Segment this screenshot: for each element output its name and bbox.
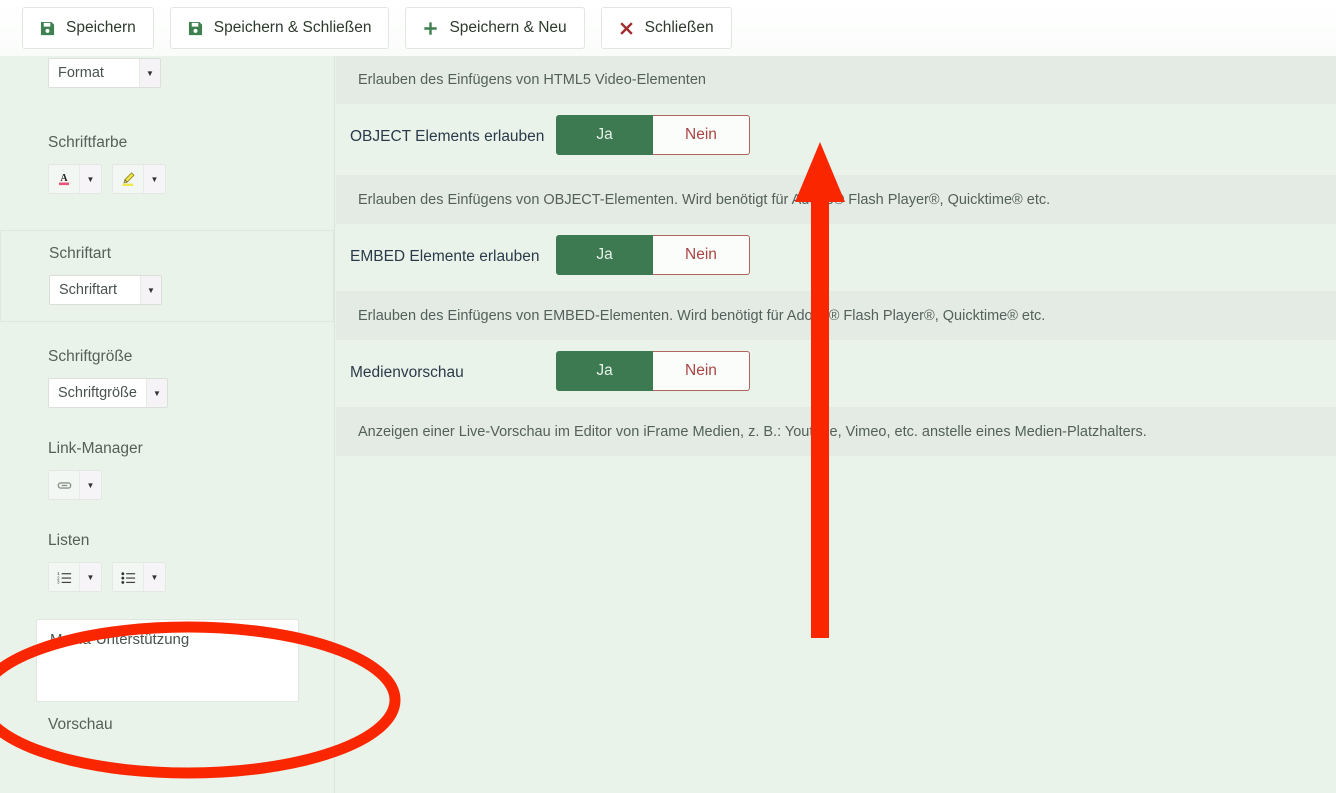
sidebar-group-link-manager: Link-Manager ▼	[0, 408, 334, 500]
link-chain-icon	[49, 471, 79, 499]
setting-row-embed-elements: EMBED Elemente erlauben Ja Nein	[336, 224, 1336, 291]
close-x-icon	[619, 21, 634, 36]
action-toolbar: Speichern Speichern & Schließen Speicher…	[0, 0, 1336, 56]
toggle-yes-button[interactable]: Ja	[556, 235, 653, 275]
toggle-no-button[interactable]: Nein	[653, 115, 750, 155]
toggle-yes-button[interactable]: Ja	[556, 351, 653, 391]
toggle-no-button[interactable]: Nein	[653, 235, 750, 275]
save-and-close-button[interactable]: Speichern & Schließen	[169, 7, 390, 49]
setting-row-medienvorschau: Medienvorschau Ja Nein	[336, 340, 1336, 407]
highlight-color-button[interactable]: ▼	[112, 164, 166, 194]
save-button[interactable]: Speichern	[22, 7, 154, 49]
panel-bottom-spacer	[336, 456, 1336, 478]
setting-row-object-elements: OBJECT Elements erlauben Ja Nein	[336, 104, 1336, 175]
chevron-down-icon: ▼	[140, 276, 161, 304]
svg-text:A: A	[60, 173, 68, 184]
embed-elements-description: Erlauben des Einfügens von EMBED-Element…	[336, 291, 1336, 340]
object-elements-description: Erlauben des Einfügens von OBJECT-Elemen…	[336, 175, 1336, 224]
sidebar-group-format: Format ▼	[0, 56, 334, 88]
screenshot-root: Speichern Speichern & Schließen Speicher…	[0, 0, 1336, 793]
link-manager-button[interactable]: ▼	[48, 470, 102, 500]
listen-label: Listen	[48, 532, 90, 549]
toggle-yes-button[interactable]: Ja	[556, 115, 653, 155]
chevron-down-icon[interactable]: ▼	[79, 563, 101, 591]
save-icon	[188, 21, 203, 36]
sidebar-group-schriftgroesse: Schriftgröße Schriftgröße ▼	[0, 322, 334, 408]
setting-label: Medienvorschau	[350, 364, 464, 381]
save-icon	[40, 21, 55, 36]
editor-settings-sidebar[interactable]: Format ▼ Schriftfarbe A ▼ ▼ Schriftart S…	[0, 56, 335, 793]
chevron-down-icon[interactable]: ▼	[143, 563, 165, 591]
chevron-down-icon: ▼	[145, 379, 167, 407]
schriftart-select[interactable]: Schriftart ▼	[49, 275, 162, 305]
toggle-no-button[interactable]: Nein	[653, 351, 750, 391]
chevron-down-icon[interactable]: ▼	[79, 471, 101, 499]
format-select[interactable]: Format ▼	[48, 58, 161, 88]
close-button-label: Schließen	[644, 19, 714, 36]
save-and-new-button-label: Speichern & Neu	[449, 19, 567, 36]
save-and-close-button-label: Speichern & Schließen	[213, 19, 372, 36]
unordered-list-icon	[113, 563, 143, 591]
settings-main-panel: Erlauben des Einfügens von HTML5 Video-E…	[336, 56, 1336, 793]
sidebar-group-schriftfarbe: Schriftfarbe A ▼ ▼	[0, 88, 334, 194]
chevron-down-icon: ▼	[139, 59, 160, 87]
embed-elements-toggle[interactable]: Ja Nein	[556, 224, 750, 275]
schriftart-label: Schriftart	[49, 245, 112, 262]
chevron-down-icon[interactable]: ▼	[79, 165, 101, 193]
schriftgroesse-select[interactable]: Schriftgröße ▼	[48, 378, 168, 408]
save-and-new-button[interactable]: Speichern & Neu	[405, 7, 585, 49]
html5-video-description: Erlauben des Einfügens von HTML5 Video-E…	[336, 56, 1336, 104]
setting-label: OBJECT Elements erlauben	[350, 128, 545, 145]
object-elements-toggle[interactable]: Ja Nein	[556, 104, 750, 155]
svg-text:3: 3	[57, 579, 60, 584]
highlighter-icon	[113, 165, 143, 193]
save-button-label: Speichern	[66, 19, 136, 36]
media-support-textbox[interactable]: Media-Unterstützung	[36, 619, 299, 702]
schriftfarbe-label: Schriftfarbe	[48, 134, 128, 151]
font-color-button[interactable]: A ▼	[48, 164, 102, 194]
chevron-down-icon[interactable]: ▼	[143, 165, 165, 193]
unordered-list-button[interactable]: ▼	[112, 562, 166, 592]
close-button[interactable]: Schließen	[600, 7, 732, 49]
media-support-section: Media-Unterstützung Vorschau	[0, 592, 334, 734]
setting-label: EMBED Elemente erlauben	[350, 248, 540, 265]
font-color-icon: A	[49, 165, 79, 193]
sidebar-group-listen: Listen 1 2 3 ▼ ▼	[0, 500, 334, 592]
medienvorschau-toggle[interactable]: Ja Nein	[556, 340, 750, 391]
schriftgroesse-label: Schriftgröße	[48, 348, 133, 365]
plus-icon	[423, 21, 438, 36]
sidebar-group-schriftart: Schriftart Schriftart ▼	[0, 230, 334, 322]
ordered-list-button[interactable]: 1 2 3 ▼	[48, 562, 102, 592]
link-manager-label: Link-Manager	[48, 440, 143, 457]
vorschau-label: Vorschau	[48, 716, 113, 733]
medienvorschau-description: Anzeigen einer Live-Vorschau im Editor v…	[336, 407, 1336, 456]
ordered-list-icon: 1 2 3	[49, 563, 79, 591]
